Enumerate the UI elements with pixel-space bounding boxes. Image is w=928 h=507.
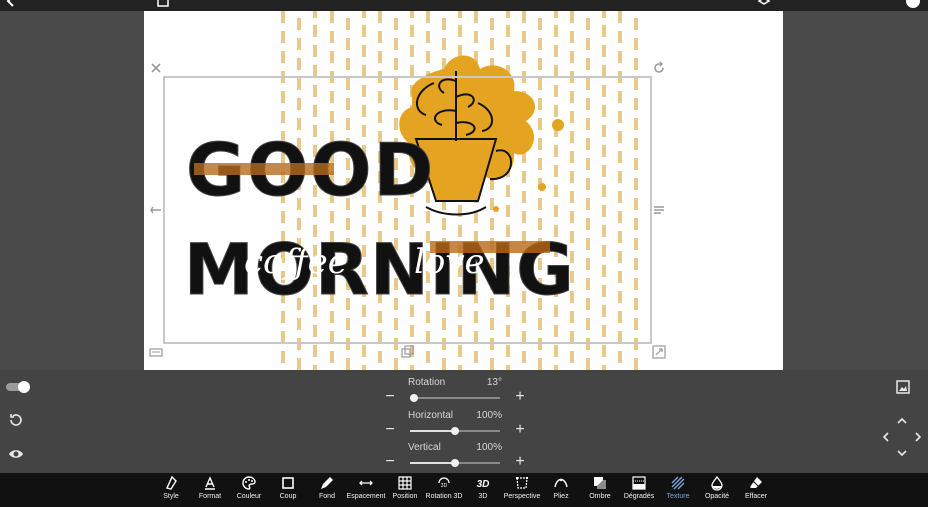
bend-icon — [554, 478, 568, 488]
layers-icon[interactable] — [156, 0, 170, 8]
visibility-icon[interactable] — [8, 446, 24, 462]
nudge-right-icon[interactable] — [911, 430, 925, 444]
slider-fill — [410, 462, 455, 464]
slider-vertical: − Vertical 100% + — [380, 442, 530, 474]
adjustment-panel: − Rotation 13° + − Horizontal 100% + − Vertical 10… — [0, 370, 928, 473]
slider-label: Rotation — [408, 377, 446, 388]
tool-label: Rotation 3D — [425, 493, 463, 500]
tool-label: 3D — [478, 493, 488, 500]
layers-stack-icon[interactable] — [757, 0, 771, 8]
eraser-icon — [750, 477, 762, 488]
tool-label: Pliez — [553, 493, 569, 500]
tool-label: Coup — [279, 493, 297, 500]
tool-coup[interactable]: Coup — [266, 475, 310, 507]
tool-label: Perspective — [503, 493, 541, 500]
brush-icon — [321, 477, 333, 489]
slider-track[interactable] — [410, 459, 500, 467]
svg-text:3D: 3D — [477, 479, 490, 490]
selection-box[interactable] — [163, 76, 652, 344]
tool-label: Effacer — [744, 493, 768, 500]
tool-effacer[interactable]: Effacer — [734, 475, 778, 507]
tool-label: Opacité — [704, 493, 730, 500]
tool-label: Dégradés — [623, 493, 655, 500]
texture-icon — [671, 476, 685, 490]
top-bar — [0, 0, 928, 11]
tool-format[interactable]: Format — [188, 475, 232, 507]
image-icon[interactable] — [895, 379, 911, 395]
back-icon[interactable] — [4, 0, 18, 8]
slider-track[interactable] — [410, 427, 500, 435]
tool-label: Fond — [319, 493, 335, 500]
nudge-up-icon[interactable] — [895, 414, 909, 428]
slider-label: Horizontal — [408, 410, 454, 421]
tool-pliez[interactable]: Pliez — [539, 475, 583, 507]
tool-couleur[interactable]: Couleur — [227, 475, 271, 507]
increase-horizontal-button[interactable]: + — [512, 422, 528, 438]
slider-fill — [410, 430, 455, 432]
tool-opacite[interactable]: Opacité — [695, 475, 739, 507]
tool-perspective[interactable]: Perspective — [500, 475, 544, 507]
decrease-vertical-button[interactable]: − — [382, 454, 398, 470]
reset-icon[interactable] — [8, 412, 24, 428]
decrease-horizontal-button[interactable]: − — [382, 422, 398, 438]
palette-icon — [242, 476, 256, 490]
tool-3d[interactable]: 3D 3D — [461, 475, 505, 507]
editor-app: GOOD MORNING coffee love − Rotation 13° + − H… — [0, 0, 928, 507]
rotate-handle-icon[interactable] — [651, 60, 667, 76]
tool-label: Couleur — [236, 493, 262, 500]
bottom-toolbar: Style Format Couleur Coup Fond Espacement Posi… — [0, 473, 928, 507]
tool-label: Position — [392, 493, 418, 500]
text-align-handle-icon[interactable] — [651, 202, 667, 218]
slider-rotation: − Rotation 13° + — [380, 377, 530, 409]
3d-icon: 3D — [477, 479, 490, 490]
tool-degrades[interactable]: Dégradés — [617, 475, 661, 507]
tool-texture[interactable]: Texture — [656, 475, 700, 507]
nudge-left-icon[interactable] — [879, 430, 893, 444]
keyboard-handle-icon[interactable] — [148, 344, 164, 360]
decrease-rotation-button[interactable]: − — [382, 389, 398, 405]
design-canvas[interactable]: GOOD MORNING coffee love — [144, 11, 783, 370]
tool-fond[interactable]: Fond — [305, 475, 349, 507]
shadow-icon — [594, 477, 606, 489]
tool-label: Ombre — [589, 493, 611, 500]
style-icon — [166, 475, 177, 490]
tool-label: Espacement — [346, 493, 386, 500]
stretch-left-handle-icon[interactable] — [148, 202, 164, 218]
slider-value: 100% — [476, 410, 502, 421]
slider-track[interactable] — [410, 394, 500, 402]
slider-thumb[interactable] — [410, 394, 418, 402]
tool-position[interactable]: Position — [383, 475, 427, 507]
toggle-switch[interactable] — [6, 380, 32, 394]
tool-label: Texture — [666, 493, 690, 500]
opacity-icon — [711, 475, 723, 491]
format-icon — [205, 476, 215, 490]
tool-label: Style — [163, 493, 179, 500]
tool-espacement[interactable]: Espacement — [344, 475, 388, 507]
grid-icon — [398, 476, 412, 490]
rotation-3d-icon: 3D — [438, 477, 450, 489]
delete-handle-icon[interactable] — [148, 60, 164, 76]
nudge-down-icon[interactable] — [895, 446, 909, 460]
duplicate-handle-icon[interactable] — [399, 344, 415, 360]
stroke-icon — [282, 477, 294, 489]
confirm-icon[interactable] — [906, 0, 920, 8]
tool-label: Format — [198, 493, 222, 500]
slider-thumb[interactable] — [451, 459, 459, 467]
resize-handle-icon[interactable] — [651, 344, 667, 360]
slider-label: Vertical — [408, 442, 441, 453]
tool-rotation-3d[interactable]: 3D Rotation 3D — [422, 475, 466, 507]
perspective-icon — [516, 477, 528, 489]
slider-horizontal: − Horizontal 100% + — [380, 410, 530, 442]
increase-rotation-button[interactable]: + — [512, 389, 528, 405]
gradient-icon — [632, 476, 646, 490]
slider-value: 100% — [476, 442, 502, 453]
tool-ombre[interactable]: Ombre — [578, 475, 622, 507]
increase-vertical-button[interactable]: + — [512, 454, 528, 470]
svg-text:3D: 3D — [441, 483, 448, 489]
slider-thumb[interactable] — [451, 427, 459, 435]
tool-style[interactable]: Style — [149, 475, 193, 507]
slider-value: 13° — [486, 377, 502, 388]
spacing-icon — [359, 480, 373, 486]
